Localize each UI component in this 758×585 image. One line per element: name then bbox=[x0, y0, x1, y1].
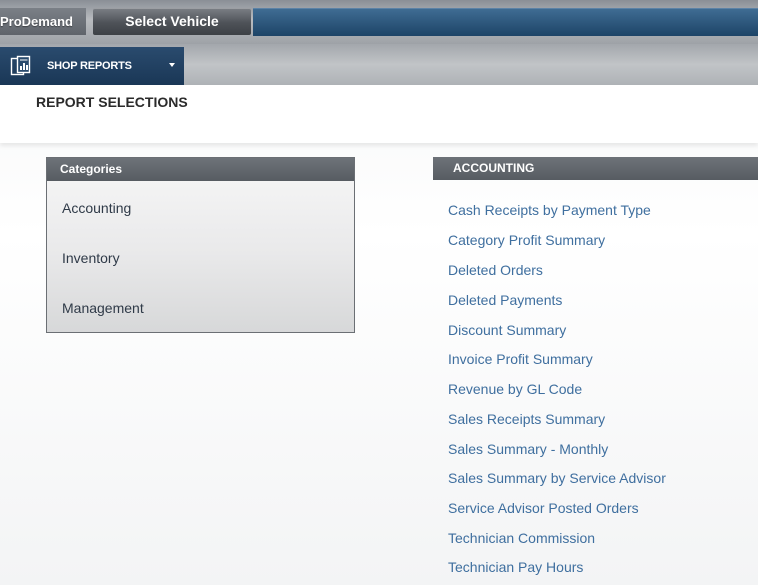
shop-reports-menu[interactable]: SHOP REPORTS bbox=[0, 47, 184, 85]
report-link[interactable]: Technician Commission bbox=[448, 530, 595, 546]
report-link[interactable]: Technician Pay Hours bbox=[448, 559, 583, 575]
report-link[interactable]: Deleted Payments bbox=[448, 292, 562, 308]
report-link[interactable]: Cash Receipts by Payment Type bbox=[448, 202, 651, 218]
select-vehicle-button[interactable]: Select Vehicle bbox=[93, 8, 251, 35]
nav-bar: SHOP REPORTS bbox=[0, 44, 758, 85]
report-link[interactable]: Invoice Profit Summary bbox=[448, 351, 593, 367]
report-link[interactable]: Revenue by GL Code bbox=[448, 381, 582, 397]
categories-panel: Categories Accounting Inventory Manageme… bbox=[46, 157, 355, 333]
category-inventory[interactable]: Inventory bbox=[62, 250, 120, 266]
report-icon bbox=[10, 55, 31, 76]
report-header: REPORT SELECTIONS bbox=[0, 85, 758, 143]
report-link[interactable]: Discount Summary bbox=[448, 322, 566, 338]
chevron-down-icon bbox=[169, 63, 175, 67]
categories-heading: Categories bbox=[47, 158, 354, 181]
category-accounting[interactable]: Accounting bbox=[62, 200, 131, 216]
report-link[interactable]: Category Profit Summary bbox=[448, 232, 605, 248]
report-link[interactable]: Sales Summary by Service Advisor bbox=[448, 470, 666, 486]
top-bar-fill bbox=[253, 8, 758, 36]
category-management[interactable]: Management bbox=[62, 300, 144, 316]
report-link[interactable]: Deleted Orders bbox=[448, 262, 543, 278]
reports-heading: ACCOUNTING bbox=[433, 157, 758, 180]
top-bar: ProDemand Select Vehicle bbox=[0, 0, 758, 44]
report-link[interactable]: Sales Receipts Summary bbox=[448, 411, 605, 427]
report-link[interactable]: Service Advisor Posted Orders bbox=[448, 500, 639, 516]
page-title: REPORT SELECTIONS bbox=[36, 94, 188, 110]
shop-reports-label: SHOP REPORTS bbox=[47, 60, 132, 72]
report-link[interactable]: Sales Summary - Monthly bbox=[448, 441, 608, 457]
brand-logo: ProDemand bbox=[0, 8, 86, 35]
